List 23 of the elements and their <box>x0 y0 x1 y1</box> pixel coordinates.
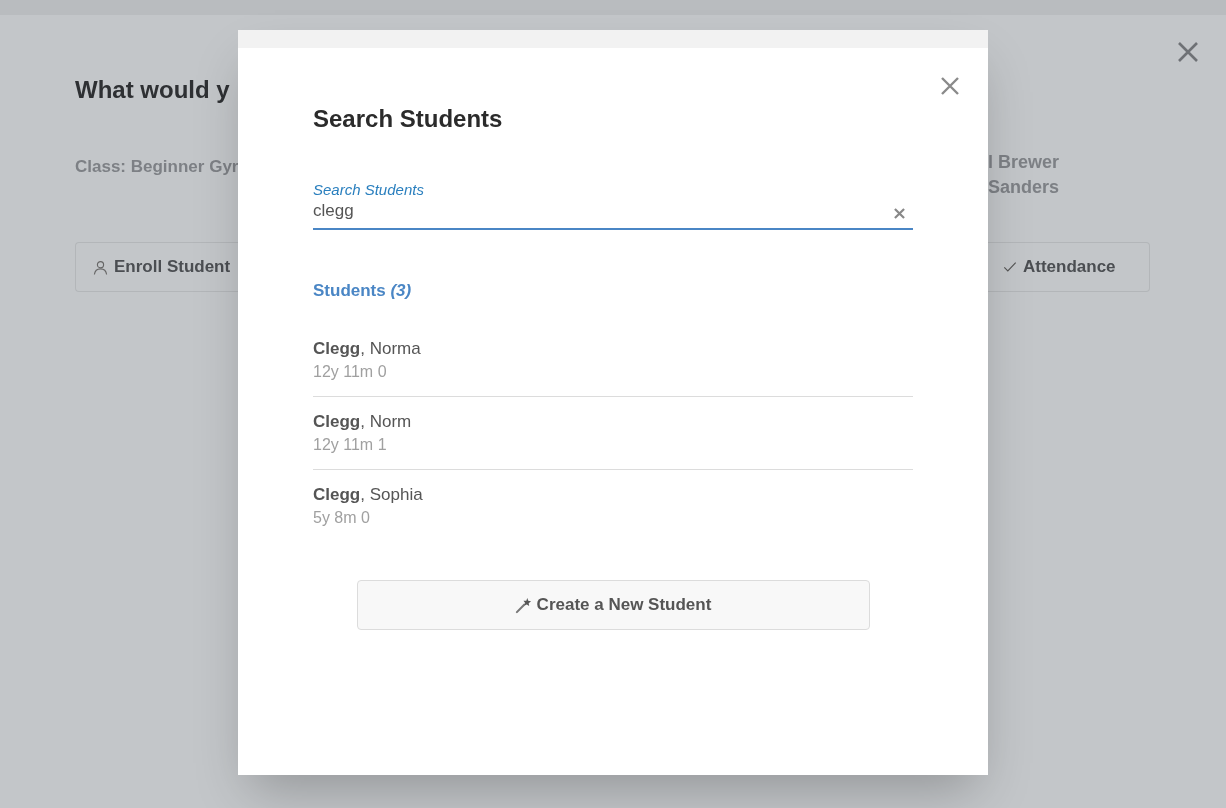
student-row[interactable]: Clegg, Norma 12y 11m 0 <box>313 324 913 397</box>
create-student-button[interactable]: Create a New Student <box>356 580 870 630</box>
student-row[interactable]: Clegg, Sophia 5y 8m 0 <box>313 470 913 542</box>
student-row[interactable]: Clegg, Norm 12y 11m 1 <box>313 397 913 470</box>
student-age: 12y 11m 0 <box>313 362 388 382</box>
page-heading: What would y <box>75 75 231 105</box>
clear-icon[interactable] <box>894 208 905 219</box>
close-icon <box>1176 40 1200 64</box>
student-age: 12y 11m 1 <box>313 435 388 455</box>
results-heading: Students (3) <box>313 280 413 302</box>
magic-wand-icon <box>514 596 532 614</box>
teacher-name: Sanders <box>988 176 1060 199</box>
search-field[interactable]: Search Students clegg <box>313 180 913 230</box>
student-name: Clegg, Sophia <box>313 484 424 506</box>
dialog-title: Search Students <box>313 104 504 134</box>
person-icon <box>93 259 108 275</box>
teacher-name: l Brewer <box>988 151 1060 174</box>
student-age: 5y 8m 0 <box>313 508 371 528</box>
student-name: Clegg, Norm <box>313 411 413 433</box>
check-icon <box>1002 260 1018 274</box>
student-name: Clegg, Norma <box>313 338 422 360</box>
class-info: Class: Beginner Gyr <box>75 156 238 176</box>
close-button[interactable] <box>1176 40 1200 64</box>
